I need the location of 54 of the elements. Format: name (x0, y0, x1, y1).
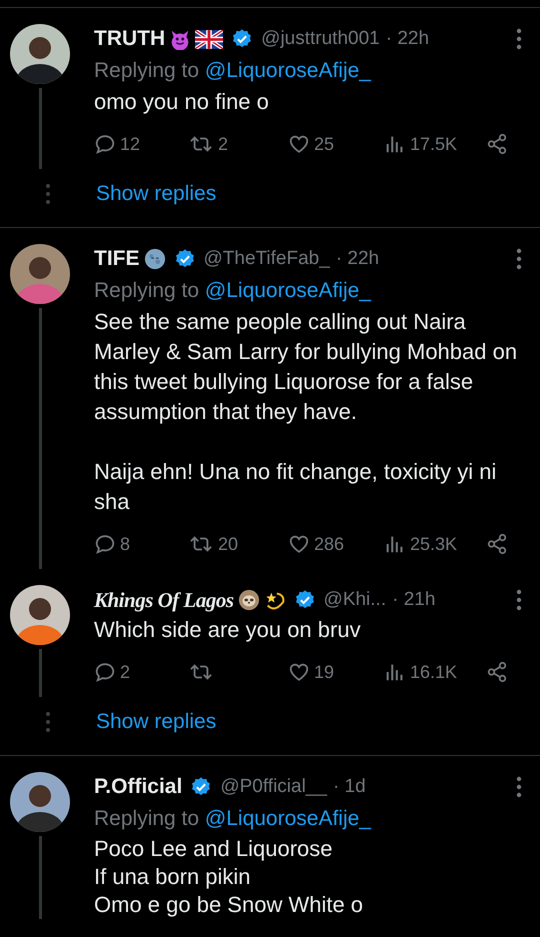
moon-face-icon (144, 248, 166, 270)
more-options-icon[interactable] (516, 28, 522, 50)
user-name[interactable]: TIFE (94, 247, 140, 271)
replying-label: Replying to (94, 807, 200, 830)
replying-label: Replying to (94, 59, 200, 82)
views-button[interactable]: 25.3K (384, 530, 486, 558)
tweet-text: See the same people calling out Naira Marley & Sam Larry for bullying Mohbad on this tweet bullying Liquorose for a false assumption that they have. (94, 308, 518, 426)
mention-link[interactable]: @LiquoroseAfije_ (204, 807, 371, 830)
user-name[interactable]: TRUTH (94, 27, 166, 51)
tweet-text: Which side are you on bruv (94, 616, 362, 644)
sloth-icon (238, 589, 260, 611)
share-icon (486, 661, 508, 683)
thread-dots-icon (45, 711, 51, 733)
thread-dots-icon (45, 183, 51, 205)
reply-icon (94, 533, 116, 555)
views-button[interactable]: 17.5K (384, 130, 486, 158)
replying-label: Replying to (94, 279, 200, 302)
timestamp: · 22h (386, 28, 430, 50)
repost-button[interactable]: 20 (188, 530, 288, 558)
flag-icon (195, 30, 224, 48)
reply-button[interactable]: 12 (94, 130, 188, 158)
reply-icon (94, 661, 116, 683)
heart-icon (288, 133, 310, 155)
tweet-text: Poco Lee and Liquorose If una born pikin Omo e go be Snow White o (94, 835, 364, 919)
like-button[interactable]: 25 (288, 130, 384, 158)
show-replies-link[interactable]: Show replies (96, 182, 216, 206)
timestamp: · 21h (392, 589, 436, 611)
reply-button[interactable]: 2 (94, 658, 188, 686)
mention-link[interactable]: @LiquoroseAfije_ (204, 279, 371, 302)
views-button[interactable]: 16.1K (384, 658, 486, 686)
more-options-icon[interactable] (516, 589, 522, 611)
user-handle[interactable]: @P0fficial__ (220, 776, 327, 798)
user-handle[interactable]: @Khi... (324, 589, 386, 611)
tweet-text: omo you no fine o (94, 88, 270, 116)
user-name[interactable]: Khings Of Lagos (94, 588, 234, 612)
timestamp: · 22h (336, 248, 380, 270)
heart-icon (288, 533, 310, 555)
reply-icon (94, 133, 116, 155)
tweet-text: Naija ehn! Una no fit change, toxicity yi ni sha (94, 458, 498, 516)
more-options-icon[interactable] (516, 248, 522, 270)
user-handle[interactable]: @TheTifeFab_ (204, 248, 330, 270)
reply-button[interactable]: 8 (94, 530, 188, 558)
share-icon (486, 133, 508, 155)
repost-button[interactable]: 2 (188, 130, 288, 158)
like-button[interactable]: 286 (288, 530, 384, 558)
mention-link[interactable]: @LiquoroseAfije_ (204, 59, 371, 82)
timestamp: · 1d (332, 776, 366, 798)
user-name[interactable]: P.Official (94, 775, 182, 799)
show-replies-link[interactable]: Show replies (96, 710, 216, 734)
like-button[interactable]: 19 (288, 658, 384, 686)
share-icon (486, 533, 508, 555)
user-handle[interactable]: @justtruth001 (261, 28, 380, 50)
heart-icon (288, 661, 310, 683)
more-options-icon[interactable] (516, 776, 522, 798)
